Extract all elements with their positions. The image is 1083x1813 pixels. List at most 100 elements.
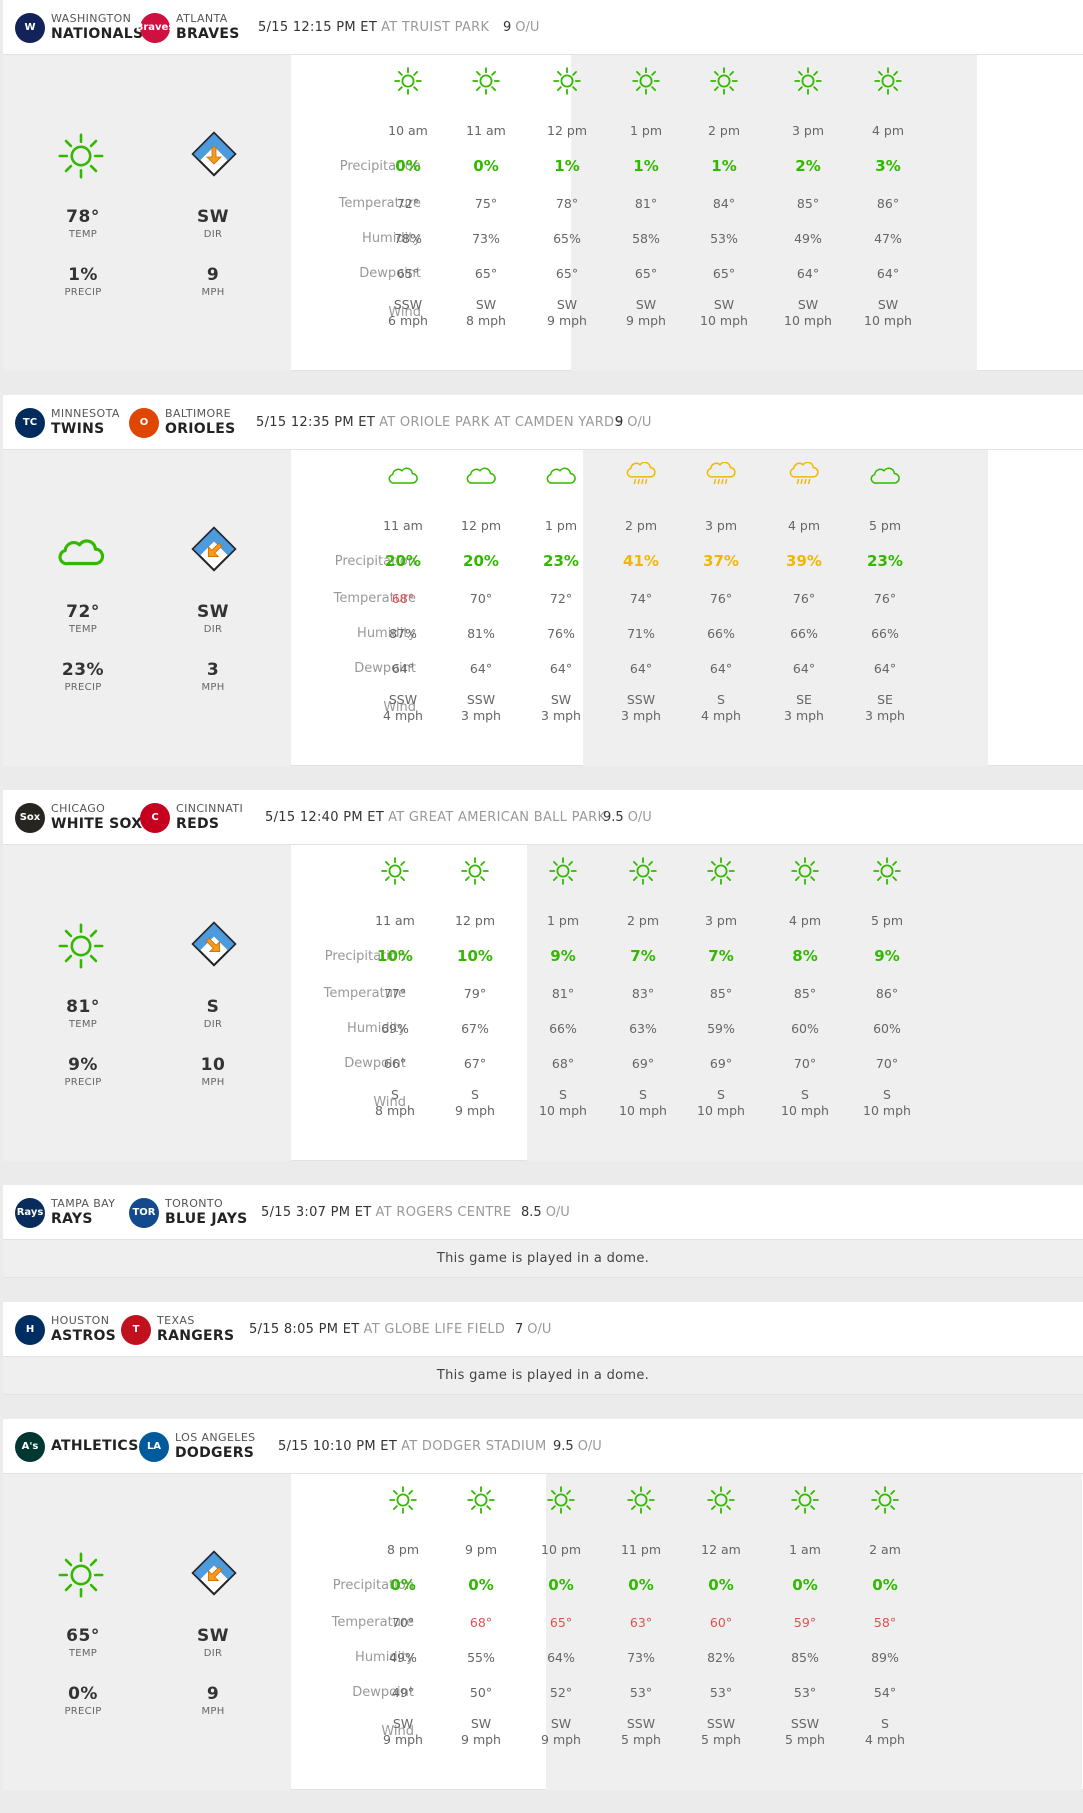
venue[interactable]: AT ORIOLE PARK AT CAMDEN YARDS (379, 415, 623, 430)
wind-direction: SSW (706, 1716, 736, 1731)
game-header: W WASHINGTON NATIONALS Braves ATLANTA BRAVES 5… (3, 0, 1083, 55)
stat-value: SW (197, 207, 229, 227)
home-team[interactable]: TOR TORONTO BLUE JAYS (129, 1185, 248, 1240)
hour-dewpoint: 64° (629, 661, 653, 676)
venue[interactable]: AT ROGERS CENTRE (376, 1205, 512, 1220)
hour-time: 2 pm (707, 123, 741, 138)
hour-time: 1 am (789, 1542, 821, 1557)
away-team[interactable]: Sox CHICAGO WHITE SOX (15, 790, 142, 845)
game-header: TC MINNESOTA TWINS O BALTIMORE ORIOLES 5/15 12… (3, 395, 1083, 450)
sun-icon (792, 67, 824, 97)
away-team[interactable]: H HOUSTON ASTROS (15, 1302, 116, 1357)
away-team[interactable]: W WASHINGTON NATIONALS (15, 0, 143, 55)
venue[interactable]: AT GREAT AMERICAN BALL PARK (388, 810, 606, 825)
hour-time: 12 pm (461, 518, 501, 533)
away-team[interactable]: A's ATHLETICS (15, 1419, 139, 1474)
hour-time: 3 pm (704, 913, 738, 928)
rain-icon (788, 461, 820, 492)
hour-precip: 20% (385, 552, 421, 570)
summary-wind-speed: 9 MPH (173, 1684, 253, 1717)
hour-column: 5 pm 23% 76° 66% 64° SE 3 mph (850, 450, 920, 766)
wind-speed: 10 mph (619, 1103, 667, 1118)
hour-dewpoint: 65° (555, 266, 579, 281)
ou-label: O/U (627, 810, 652, 825)
hour-wind: S 10 mph (608, 1087, 678, 1119)
cloud-icon (869, 462, 901, 492)
sun-icon (705, 1486, 737, 1516)
hour-time: 11 am (375, 913, 415, 928)
hour-dewpoint: 69° (631, 1056, 655, 1071)
hour-dewpoint: 66° (383, 1056, 407, 1071)
stat-value: SW (197, 602, 229, 622)
summary-temp: 81° TEMP (43, 997, 123, 1030)
team-names: CINCINNATI REDS (176, 802, 244, 832)
hour-temp: 60° (709, 1615, 733, 1630)
away-team[interactable]: Rays TAMPA BAY RAYS (15, 1185, 115, 1240)
hour-wind: SSW 3 mph (606, 692, 676, 724)
wind-speed: 3 mph (461, 708, 501, 723)
sun-icon (625, 1486, 657, 1516)
hour-dewpoint: 70° (793, 1056, 817, 1071)
team-name: RANGERS (157, 1327, 235, 1344)
game-info: 5/15 10:10 PM ET AT DODGER STADIUM (278, 1419, 547, 1474)
home-team[interactable]: Braves ATLANTA BRAVES (136, 0, 240, 55)
over-under: 8.5 O/U (521, 1185, 570, 1240)
stat-value: 23% (61, 660, 105, 680)
summary-wind-dir: SW DIR (173, 207, 253, 240)
sun-icon (551, 67, 583, 97)
over-under: 9.5 O/U (603, 790, 652, 845)
home-team[interactable]: O BALTIMORE ORIOLES (129, 395, 235, 450)
hour-time: 4 pm (788, 913, 822, 928)
over-under: 9.5 O/U (553, 1419, 602, 1474)
hour-time: 4 pm (871, 123, 905, 138)
stat-label: MPH (201, 1077, 225, 1088)
hour-column: 4 pm 3% 86° 47% 64° SW 10 mph (853, 55, 923, 371)
summary-precip: 1% PRECIP (43, 265, 123, 298)
astros-logo: H (15, 1314, 45, 1345)
stat-value: 78° (66, 207, 100, 227)
stat-label: MPH (201, 1706, 225, 1717)
wind-direction: SSW (388, 692, 418, 707)
game-card: W WASHINGTON NATIONALS Braves ATLANTA BRAVES 5… (3, 0, 1083, 371)
stat-value: 65° (66, 1626, 100, 1646)
hour-temp: 86° (875, 986, 899, 1001)
stat-label: TEMP (68, 1648, 98, 1659)
dome-notice: This game is played in a dome. (3, 1357, 1083, 1395)
home-team[interactable]: T TEXAS RANGERS (121, 1302, 234, 1357)
home-team[interactable]: LA LOS ANGELES DODGERS (139, 1419, 256, 1474)
hour-wind: SSW 4 mph (368, 692, 438, 724)
wind-direction-icon (190, 130, 238, 178)
stat-label: PRECIP (64, 1077, 102, 1088)
venue[interactable]: AT TRUIST PARK (381, 20, 489, 35)
stat-value: 10 (200, 1055, 226, 1075)
athletics-logo: A's (15, 1431, 45, 1462)
hour-time: 9 pm (464, 1542, 498, 1557)
weather-body: 81° TEMP S DIR 9% PRECIP 10 MPH Precipitation Tem… (3, 845, 1083, 1161)
game-datetime: 5/15 12:15 PM ET (258, 20, 378, 35)
wind-direction: SSW (626, 1716, 656, 1731)
hour-temp: 68° (391, 591, 415, 606)
sun-icon (630, 67, 662, 97)
team-city: CINCINNATI (176, 802, 244, 816)
wind-direction: S (881, 1716, 889, 1731)
hour-humidity: 60% (873, 1021, 901, 1036)
logo-text: TC (22, 417, 38, 428)
home-team[interactable]: C CINCINNATI REDS (140, 790, 243, 845)
hour-dewpoint: 54° (873, 1685, 897, 1700)
hour-time: 12 am (701, 1542, 741, 1557)
hour-precip: 0% (708, 1576, 734, 1594)
venue[interactable]: AT DODGER STADIUM (401, 1439, 546, 1454)
hour-dewpoint: 53° (629, 1685, 653, 1700)
wind-direction: S (717, 692, 725, 707)
hour-dewpoint: 65° (474, 266, 498, 281)
reds-logo: C (140, 802, 170, 833)
sun-icon (58, 1552, 108, 1602)
away-team[interactable]: TC MINNESOTA TWINS (15, 395, 120, 450)
game-datetime: 5/15 3:07 PM ET (261, 1205, 372, 1220)
stat-value: 0% (68, 1684, 98, 1704)
venue[interactable]: AT GLOBE LIFE FIELD (364, 1322, 506, 1337)
logo-text: A's (21, 1441, 39, 1452)
hour-temp: 76° (792, 591, 816, 606)
hour-wind: SW 3 mph (526, 692, 596, 724)
hour-column: 4 pm 39% 76° 66% 64° SE 3 mph (769, 450, 839, 766)
